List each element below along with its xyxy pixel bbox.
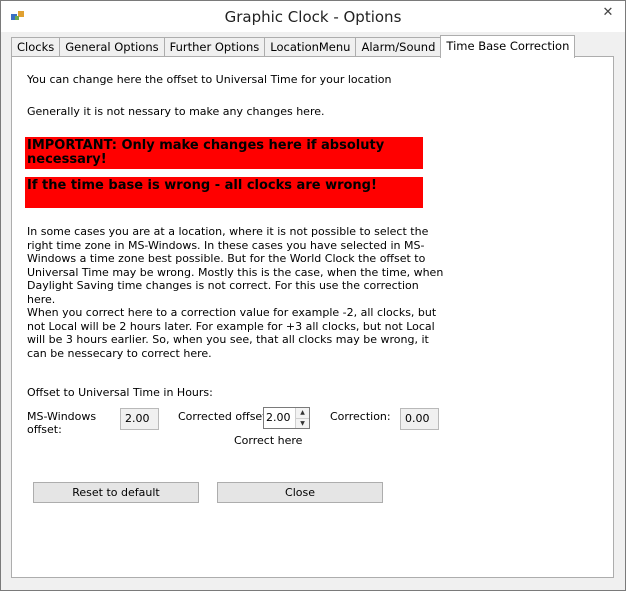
correction-example-paragraph: When you correct here to a correction va… [27,306,437,360]
ms-windows-offset-label: MS-Windows offset: [27,410,97,436]
spin-down-icon[interactable]: ▼ [295,418,309,428]
important-warning: IMPORTANT: Only make changes here if abs… [25,137,423,169]
time-base-warning: If the time base is wrong - all clocks a… [25,177,423,208]
close-icon[interactable]: ✕ [596,2,620,22]
correction-label: Correction: [330,410,391,423]
reset-to-default-button[interactable]: Reset to default [33,482,199,503]
correction-value: 0.00 [400,408,439,430]
options-window: Graphic Clock - Options ✕ Clocks General… [0,0,626,591]
explanation-paragraph: In some cases you are at a location, whe… [27,225,444,306]
spin-up-icon[interactable]: ▲ [295,408,309,419]
intro-text: You can change here the offset to Univer… [27,73,392,86]
tab-general-options[interactable]: General Options [59,37,165,57]
corrected-offset-label: Corrected offset: [178,410,271,423]
corrected-offset-stepper[interactable]: 2.00 ▲ ▼ [263,407,310,429]
offset-heading: Offset to Universal Time in Hours: [27,386,213,399]
tab-clocks[interactable]: Clocks [11,37,61,57]
tab-location-menu[interactable]: LocationMenu [264,37,357,57]
tab-further-options[interactable]: Further Options [163,37,266,57]
ms-windows-offset-value: 2.00 [120,408,159,430]
tab-strip: Clocks General Options Further Options L… [11,35,576,58]
correct-here-label: Correct here [234,434,303,447]
title-bar[interactable]: Graphic Clock - Options ✕ [1,1,625,32]
tab-time-base-correction[interactable]: Time Base Correction [440,35,576,58]
note-text: Generally it is not nessary to make any … [27,105,325,118]
corrected-offset-value[interactable]: 2.00 [266,411,291,424]
window-title: Graphic Clock - Options [224,8,402,26]
tab-alarm-sound[interactable]: Alarm/Sound [355,37,442,57]
close-button[interactable]: Close [217,482,383,503]
time-base-correction-panel: You can change here the offset to Univer… [11,56,614,578]
